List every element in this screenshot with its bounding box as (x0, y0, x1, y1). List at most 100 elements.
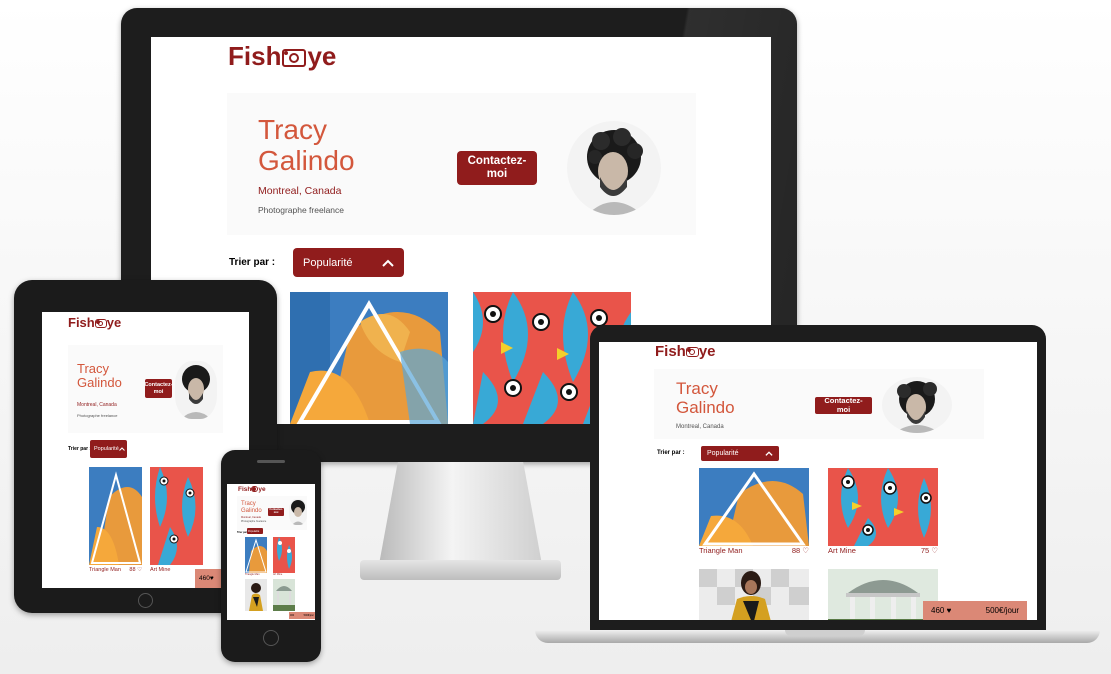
logo-text-right: ye (698, 343, 716, 360)
total-likes: 460 ♥ (931, 606, 951, 615)
camera-icon (685, 347, 699, 358)
sort-label: Trier par : (229, 257, 276, 268)
photographer-header: Tracy Galindo Montreal, Canada Contactez… (654, 369, 984, 439)
media-likes: 88 ♡ (129, 567, 142, 573)
total-likes: 460♥ (199, 575, 214, 582)
photographer-tagline: Photographe freelance (241, 520, 267, 523)
daily-rate: 500€/jour (303, 614, 314, 617)
desktop-monitor-stand (378, 462, 543, 570)
media-thumbnail-triangle-man[interactable] (290, 292, 448, 424)
media-title: Art Mine (273, 573, 283, 576)
media-thumbnail-gazebo[interactable] (273, 579, 295, 611)
avatar (567, 121, 661, 215)
contact-button-line1: Contactez- (467, 155, 527, 168)
media-thumbnail-art-mine[interactable] (828, 468, 938, 546)
daily-rate: 500€/jour (985, 606, 1019, 615)
media-caption: Art Mine 75 ♡ (828, 546, 938, 555)
desktop-monitor-foot (360, 560, 561, 580)
photographer-header: Tracy Galindo Montreal, Canada Photograp… (68, 345, 223, 433)
contact-button[interactable]: Contactez- moi (457, 151, 537, 185)
photographer-name: Tracy Galindo (241, 501, 262, 514)
heart-icon[interactable]: ♡ (137, 567, 142, 573)
media-thumbnail-triangle-man[interactable] (245, 537, 267, 573)
phone-speaker (257, 460, 285, 463)
photographer-first-name: Tracy (258, 114, 327, 145)
contact-button[interactable]: Contactez- moi (815, 396, 872, 414)
media-thumbnail-triangle-man[interactable] (699, 468, 809, 546)
media-likes-count: 88 (791, 546, 801, 555)
media-thumbnail-art-mine[interactable] (273, 537, 295, 573)
media-thumbnail-triangle-man[interactable] (89, 467, 142, 565)
photographer-header: Tracy Galindo Montreal, Canada Photograp… (237, 496, 307, 530)
photographer-tagline: Photographe freelance (77, 413, 118, 418)
media-title: Triangle Man (245, 573, 260, 576)
contact-button[interactable]: Contactez- moi (144, 379, 173, 398)
chevron-up-icon (382, 259, 394, 267)
photographer-name: Tracy Galindo (258, 114, 355, 177)
media-thumbnail-portrait[interactable] (245, 579, 267, 611)
contact-button-line2: moi (836, 404, 851, 414)
sort-selected-value: Popularité (94, 446, 119, 452)
logo-text-left: Fish (68, 315, 95, 330)
photographer-location: Montreal, Canada (241, 516, 261, 519)
sort-selected-value: Popularité (248, 529, 260, 533)
heart-icon[interactable]: ♡ (802, 546, 809, 555)
laptop-screen: Fish ye Tracy Galindo Montreal, Canada Co… (599, 342, 1037, 620)
logo[interactable]: Fish ye (68, 315, 121, 330)
media-thumbnail-art-mine[interactable] (150, 467, 203, 565)
logo-text-right: ye (258, 486, 266, 493)
photographer-tagline: Photographe freelance (258, 205, 345, 215)
media-thumbnail-gazebo[interactable] (828, 569, 938, 620)
laptop-notch (785, 630, 865, 636)
media-title: Art Mine (150, 567, 171, 573)
media-title: Triangle Man (89, 567, 121, 573)
photographer-location: Montreal, Canada (258, 185, 342, 197)
heart-icon: ♥ (946, 606, 952, 615)
logo-text-right: ye (106, 315, 122, 330)
contact-button[interactable]: Contactez- moi (268, 508, 284, 516)
photographer-last-name: Galindo (241, 507, 262, 514)
contact-button-line2: moi (273, 511, 279, 514)
media-likes-count: 75 (920, 546, 930, 555)
phone-home-button (263, 630, 279, 646)
sort-dropdown[interactable]: Popularité (90, 440, 127, 458)
sort-dropdown[interactable]: Popularité (293, 248, 404, 277)
photographer-name: Tracy Galindo (676, 379, 735, 417)
tablet-screen: Fish ye Tracy Galindo Montreal, Canada Ph… (42, 312, 249, 588)
contact-button-line2: moi (153, 388, 164, 395)
camera-icon (94, 319, 107, 329)
sort-selected-value: Popularité (303, 256, 353, 269)
logo[interactable]: Fish ye (228, 41, 336, 72)
avatar (289, 499, 307, 525)
sort-dropdown[interactable]: Popularité (701, 446, 779, 461)
media-title: Art Mine (828, 546, 856, 555)
sort-label: Trier par : (657, 450, 685, 456)
phone-screen: Fish ye Tracy Galindo Montreal, Canada Ph… (227, 484, 315, 620)
contact-button-line2: moi (486, 168, 508, 180)
total-likes-count: 460 (199, 575, 210, 582)
logo[interactable]: Fish ye (655, 343, 716, 360)
likes-price-bar: 460 ♥ 500€/jour (923, 601, 1027, 620)
media-likes-count: 88 (129, 567, 136, 573)
photographer-first-name: Tracy (676, 379, 718, 398)
heart-icon[interactable]: ♡ (931, 546, 938, 555)
photographer-name: Tracy Galindo (77, 361, 122, 391)
media-likes: 75 ♡ (921, 546, 938, 555)
photographer-last-name: Galindo (258, 144, 355, 176)
logo-text-left: Fish (238, 486, 252, 493)
photographer-last-name: Galindo (676, 397, 735, 417)
media-title: Triangle Man (699, 546, 743, 555)
media-likes: 88 ♡ (792, 546, 809, 555)
chevron-up-icon (765, 451, 773, 456)
logo-text-left: Fish (228, 41, 282, 71)
media-caption: Art Mine (273, 573, 295, 576)
total-likes-count: 460 (290, 614, 295, 617)
sort-dropdown[interactable]: Popularité (247, 528, 263, 534)
photographer-header: Tracy Galindo Montreal, Canada Photograp… (227, 93, 696, 235)
media-thumbnail-portrait[interactable] (699, 569, 809, 620)
chevron-up-icon (118, 447, 125, 451)
logo[interactable]: Fish ye (238, 486, 266, 493)
tablet-home-button (138, 593, 153, 608)
media-caption: Triangle Man 88 ♡ (699, 546, 809, 555)
sort-selected-value: Popularité (707, 450, 739, 457)
